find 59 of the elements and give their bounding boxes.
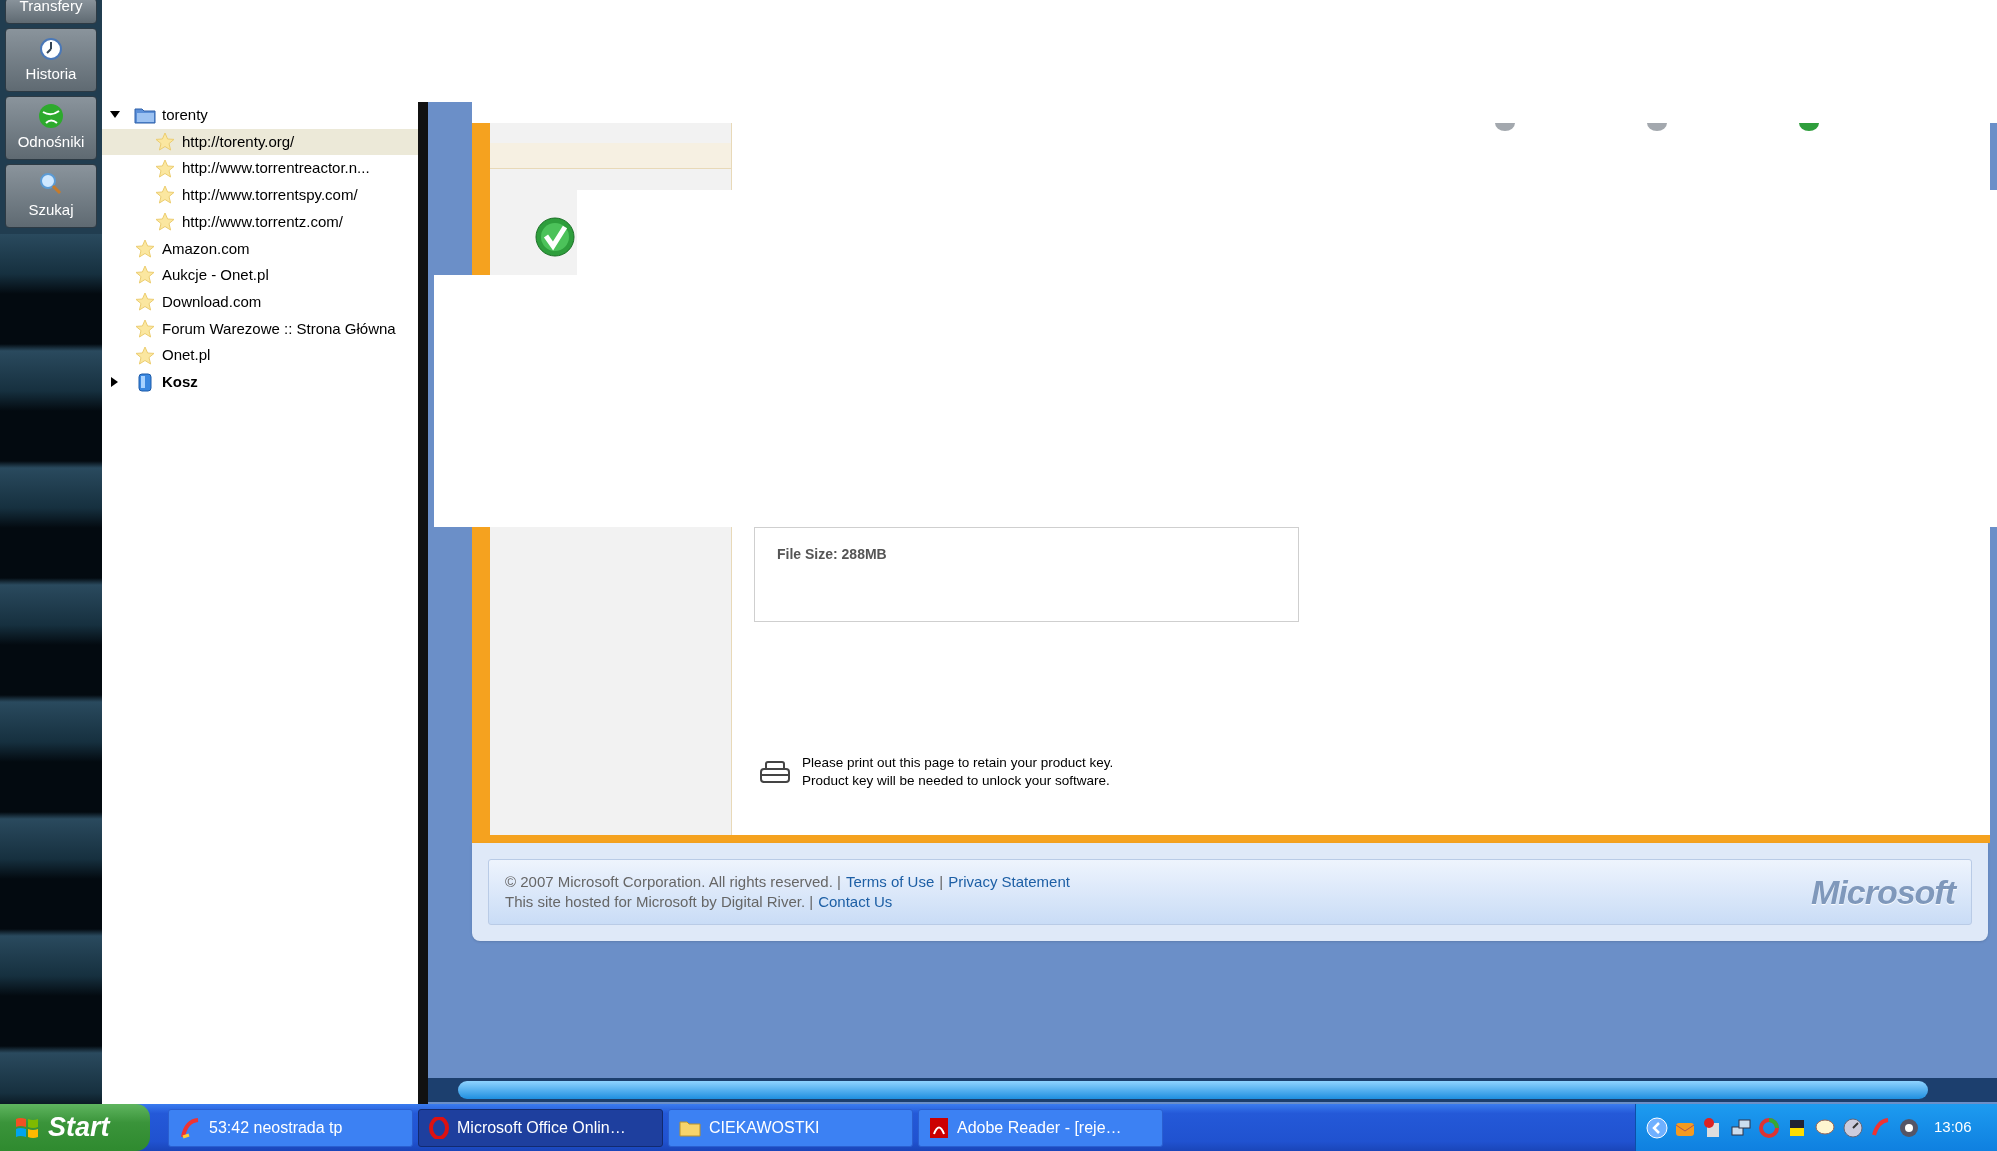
bookmark-tree-item[interactable]: Aukcje - Onet.pl bbox=[102, 262, 418, 289]
taskbar-button[interactable]: Adobe Reader - [reje… bbox=[918, 1108, 1163, 1147]
folder-icon bbox=[134, 106, 156, 125]
star-icon bbox=[155, 132, 175, 153]
collapsed-arrow-icon[interactable] bbox=[111, 377, 119, 388]
bookmark-tree-item[interactable]: http://www.torrentspy.com/ bbox=[102, 182, 418, 209]
taskbar-button[interactable]: 53:42 neostrada tp bbox=[168, 1108, 413, 1147]
tray-app-icon[interactable] bbox=[1898, 1116, 1920, 1139]
expanded-arrow-icon[interactable] bbox=[110, 111, 120, 120]
sidebar-button[interactable]: Transfery bbox=[5, 0, 97, 24]
microsoft-logo: Microsoft bbox=[1811, 871, 1955, 913]
star-icon bbox=[135, 292, 155, 313]
bookmark-tree-item[interactable]: Onet.pl bbox=[102, 342, 418, 369]
horizontal-scrollbar[interactable] bbox=[428, 1078, 1997, 1102]
print-note-text: Please print out this page to retain your product key. bbox=[802, 754, 1114, 772]
bookmark-tree-item[interactable]: torenty bbox=[102, 102, 418, 129]
footer-link[interactable]: Contact Us bbox=[818, 892, 893, 912]
network-icon[interactable] bbox=[1730, 1116, 1752, 1139]
gauge-icon[interactable] bbox=[1842, 1116, 1864, 1139]
bookmark-tree-item[interactable]: Kosz bbox=[102, 368, 418, 396]
start-button[interactable]: Start bbox=[0, 1104, 150, 1151]
pdf-icon bbox=[929, 1116, 949, 1139]
bookmark-tree-item[interactable]: http://torenty.org/ bbox=[102, 128, 418, 156]
sidebar-button[interactable]: Szukaj bbox=[5, 164, 97, 228]
bookmark-tree-item[interactable]: http://www.torrentz.com/ bbox=[102, 208, 418, 236]
search-icon bbox=[38, 170, 64, 197]
clock-text: 13:06 bbox=[1934, 1117, 1972, 1138]
star-icon bbox=[135, 345, 155, 366]
print-note-text: Product key will be needed to unlock your software. bbox=[802, 772, 1111, 790]
bookmark-tree-item[interactable]: Forum Warezowe :: Strona Główna bbox=[102, 315, 418, 343]
taskbar-button[interactable]: Microsoft Office Onlin… bbox=[418, 1108, 663, 1147]
folder-icon bbox=[679, 1118, 701, 1137]
star-icon bbox=[155, 212, 175, 233]
file-size-text: File Size: 288MB bbox=[777, 546, 887, 562]
chevron-icon[interactable] bbox=[1646, 1116, 1668, 1139]
printer-icon bbox=[760, 760, 790, 784]
star-icon bbox=[155, 158, 175, 179]
footer-text: | bbox=[939, 872, 944, 892]
footer-link[interactable]: Privacy Statement bbox=[948, 872, 1070, 892]
trash-icon bbox=[136, 372, 154, 393]
globe-icon bbox=[38, 102, 64, 129]
star-icon bbox=[135, 318, 155, 339]
clock-icon bbox=[39, 36, 63, 61]
sidebar-button[interactable]: Odnośniki bbox=[5, 96, 97, 160]
dialer-icon bbox=[179, 1116, 201, 1139]
check-icon bbox=[535, 217, 575, 257]
star-icon bbox=[155, 185, 175, 206]
star-icon bbox=[135, 238, 155, 259]
footer-text: © 2007 Microsoft Corporation. All rights reserved. | bbox=[505, 872, 841, 892]
taskbar-button[interactable]: CIEKAWOSTKI bbox=[668, 1108, 913, 1147]
star-icon bbox=[135, 265, 155, 286]
o-logo-icon bbox=[429, 1116, 449, 1139]
bookmark-tree-item[interactable]: Download.com bbox=[102, 288, 418, 316]
bookmark-tree-item[interactable]: http://www.torrentreactor.n... bbox=[102, 155, 418, 183]
footer-link[interactable]: Terms of Use bbox=[845, 872, 935, 892]
bookmark-tree-item[interactable]: Amazon.com bbox=[102, 235, 418, 263]
footer-text: This site hosted for Microsoft by Digital River. | bbox=[505, 892, 814, 912]
sidebar-button[interactable]: Historia bbox=[5, 28, 97, 92]
scrollbar-thumb[interactable] bbox=[458, 1081, 1928, 1099]
